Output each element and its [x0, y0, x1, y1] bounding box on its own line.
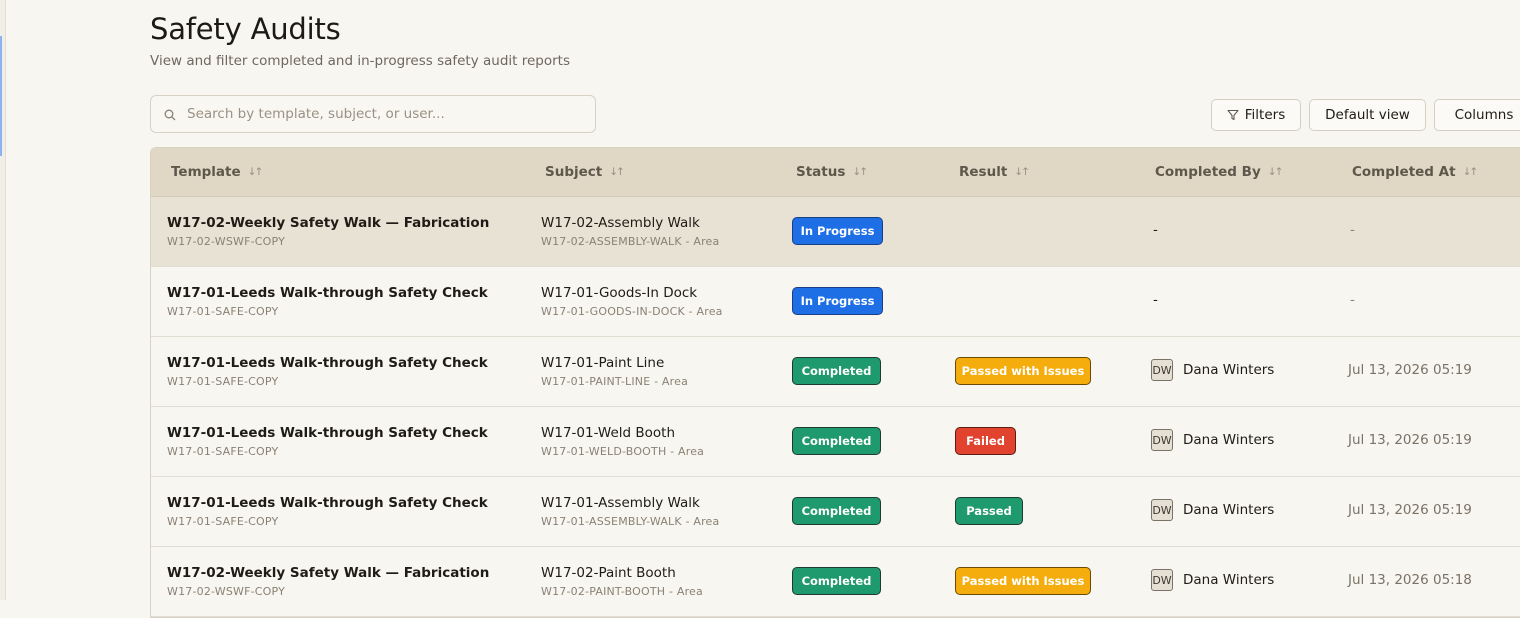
subject-code: W17-02-PAINT-BOOTH - Area: [541, 585, 703, 598]
status-badge: Completed: [792, 357, 881, 385]
template-code: W17-01-SAFE-COPY: [167, 375, 279, 388]
table-row[interactable]: W17-01-Leeds Walk-through Safety Check W…: [151, 267, 1520, 337]
columns-label: Columns: [1454, 107, 1514, 123]
table-row[interactable]: W17-01-Leeds Walk-through Safety Check W…: [151, 407, 1520, 477]
completed-at: Jul 13, 2026 05:19: [1348, 362, 1472, 378]
status-badge: Completed: [792, 567, 881, 595]
status-badge: In Progress: [792, 217, 883, 245]
completed-at: Jul 13, 2026 05:18: [1348, 572, 1472, 588]
template-name: W17-01-Leeds Walk-through Safety Check: [167, 425, 488, 441]
default-view-label: Default view: [1325, 107, 1410, 123]
filters-button[interactable]: Filters: [1211, 99, 1301, 131]
template-name: W17-01-Leeds Walk-through Safety Check: [167, 495, 488, 511]
column-header-status[interactable]: Status ↓↑: [796, 164, 868, 180]
rail-indicator: [0, 36, 2, 156]
template-name: W17-02-Weekly Safety Walk — Fabrication: [167, 565, 490, 581]
result-badge: Passed: [955, 497, 1023, 525]
sort-icon: ↓↑: [1014, 166, 1030, 178]
status-badge: In Progress: [792, 287, 883, 315]
subject-name: W17-01-Paint Line: [541, 355, 665, 371]
completed-by: Dana Winters: [1183, 502, 1275, 518]
filter-icon: [1227, 109, 1239, 121]
subject-code: W17-02-ASSEMBLY-WALK - Area: [541, 235, 720, 248]
column-header-template[interactable]: Template ↓↑: [171, 164, 264, 180]
completed-by: Dana Winters: [1183, 432, 1275, 448]
result-badge: Passed with Issues: [955, 357, 1091, 385]
completed-at: Jul 13, 2026 05:19: [1348, 432, 1472, 448]
filters-label: Filters: [1244, 107, 1286, 123]
sort-icon: ↓↑: [247, 166, 264, 178]
search-icon: [164, 109, 176, 121]
template-code: W17-01-SAFE-COPY: [167, 305, 279, 318]
result-badge: Passed with Issues: [955, 567, 1091, 595]
completed-at: -: [1350, 222, 1355, 238]
template-name: W17-01-Leeds Walk-through Safety Check: [167, 285, 488, 301]
avatar: DW: [1151, 429, 1173, 451]
completed-by: Dana Winters: [1183, 572, 1275, 588]
subject-code: W17-01-GOODS-IN-DOCK - Area: [541, 305, 723, 318]
column-header-subject[interactable]: Subject ↓↑: [545, 164, 625, 180]
sort-icon: ↓↑: [1462, 166, 1479, 178]
page-title: Safety Audits: [150, 12, 341, 46]
table-row[interactable]: W17-02-Weekly Safety Walk — Fabrication …: [151, 197, 1520, 267]
table-header: Template ↓↑ Subject ↓↑ Status ↓↑ Result ↓↑ C…: [151, 148, 1520, 197]
subject-name: W17-01-Assembly Walk: [541, 495, 700, 511]
subject-name: W17-01-Goods-In Dock: [541, 285, 698, 301]
default-view-button[interactable]: Default view: [1309, 99, 1426, 131]
template-code: W17-01-SAFE-COPY: [167, 515, 279, 528]
avatar: DW: [1151, 499, 1173, 521]
search-box[interactable]: [150, 95, 596, 133]
template-code: W17-02-WSWF-COPY: [167, 235, 286, 248]
audits-table: Template ↓↑ Subject ↓↑ Status ↓↑ Result ↓↑ C…: [150, 147, 1520, 618]
completed-by: -: [1153, 222, 1158, 238]
template-code: W17-01-SAFE-COPY: [167, 445, 279, 458]
subject-code: W17-01-ASSEMBLY-WALK - Area: [541, 515, 720, 528]
columns-button[interactable]: Columns: [1434, 99, 1520, 131]
avatar: DW: [1151, 359, 1173, 381]
table-row[interactable]: W17-01-Leeds Walk-through Safety Check W…: [151, 337, 1520, 407]
page-subtitle: View and filter completed and in-progres…: [150, 53, 571, 69]
left-rail: [0, 0, 6, 600]
table-row[interactable]: W17-01-Leeds Walk-through Safety Check W…: [151, 477, 1520, 547]
completed-by: Dana Winters: [1183, 362, 1275, 378]
subject-name: W17-02-Assembly Walk: [541, 215, 700, 231]
status-badge: Completed: [792, 497, 881, 525]
completed-at: Jul 13, 2026 05:19: [1348, 502, 1472, 518]
template-name: W17-01-Leeds Walk-through Safety Check: [167, 355, 488, 371]
sort-icon: ↓↑: [852, 166, 868, 178]
sort-icon: ↓↑: [609, 166, 625, 178]
subject-code: W17-01-WELD-BOOTH - Area: [541, 445, 705, 458]
template-code: W17-02-WSWF-COPY: [167, 585, 286, 598]
column-header-completed-by[interactable]: Completed By ↓↑: [1155, 164, 1284, 180]
subject-name: W17-02-Paint Booth: [541, 565, 676, 581]
completed-at: -: [1350, 292, 1355, 308]
search-input[interactable]: [187, 96, 587, 132]
table-row[interactable]: W17-02-Weekly Safety Walk — Fabrication …: [151, 547, 1520, 617]
subject-code: W17-01-PAINT-LINE - Area: [541, 375, 689, 388]
result-badge: Failed: [955, 427, 1016, 455]
completed-by: -: [1153, 292, 1158, 308]
subject-name: W17-01-Weld Booth: [541, 425, 676, 441]
column-header-result[interactable]: Result ↓↑: [959, 164, 1030, 180]
status-badge: Completed: [792, 427, 881, 455]
avatar: DW: [1151, 569, 1173, 591]
column-header-completed-at[interactable]: Completed At ↓↑: [1352, 164, 1479, 180]
template-name: W17-02-Weekly Safety Walk — Fabrication: [167, 215, 490, 231]
sort-icon: ↓↑: [1267, 166, 1284, 178]
